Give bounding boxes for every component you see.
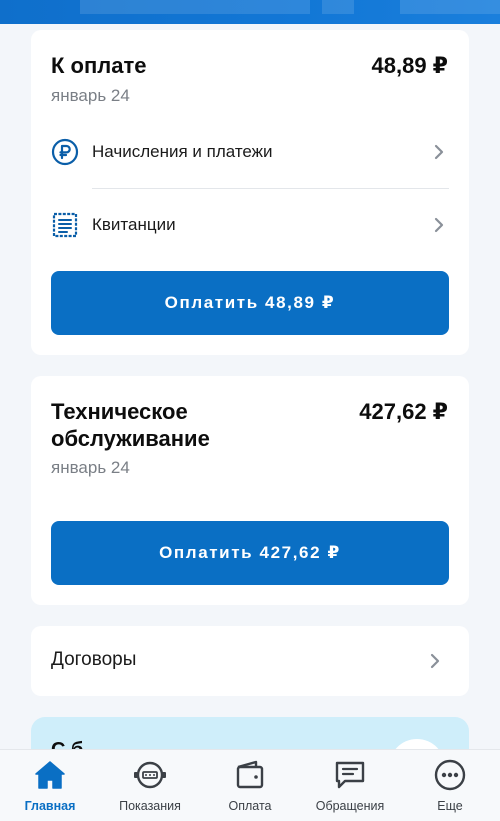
ruble-circle-icon	[51, 138, 79, 166]
payment-period: январь 24	[51, 86, 130, 105]
maintenance-title-line2: обслуживание	[51, 426, 210, 451]
tab-payment-label: Оплата	[228, 799, 272, 813]
maintenance-period: январь 24	[51, 458, 130, 477]
contracts-row[interactable]: Договоры	[31, 626, 469, 696]
maintenance-title-line1: Техническое	[51, 399, 188, 424]
receipts-row[interactable]: Квитанции	[51, 203, 449, 247]
tab-readings-label: Показания	[119, 799, 181, 813]
header-decoration	[322, 0, 354, 14]
tab-readings[interactable]: Показания	[100, 750, 200, 821]
wallet-icon	[232, 757, 268, 793]
chevron-right-icon	[430, 653, 440, 669]
maintenance-card: Техническое обслуживание 427,62 ₽ январь…	[31, 376, 469, 605]
bottom-tab-bar: Главная Показания Оплата Обращения Еще	[0, 749, 500, 821]
charges-and-payments-row[interactable]: Начисления и платежи	[51, 130, 449, 174]
more-icon	[432, 757, 468, 793]
header-decoration	[80, 0, 310, 14]
chat-icon	[332, 757, 368, 793]
row-divider	[92, 188, 449, 189]
maintenance-amount: 427,62 ₽	[359, 399, 448, 424]
contracts-label: Договоры	[51, 649, 137, 670]
chevron-right-icon	[434, 217, 444, 233]
header-band	[0, 0, 500, 24]
receipt-icon	[51, 211, 79, 239]
payment-card: К оплате 48,89 ₽ январь 24 Начисления и …	[31, 30, 469, 355]
payment-title: К оплате	[51, 53, 147, 78]
tab-requests[interactable]: Обращения	[300, 750, 400, 821]
chevron-right-icon	[434, 144, 444, 160]
pay-button[interactable]: Оплатить 48,89 ₽	[51, 271, 449, 335]
payment-amount: 48,89 ₽	[371, 53, 448, 78]
tab-more-label: Еще	[437, 799, 463, 813]
meter-icon	[132, 757, 168, 793]
tab-payment[interactable]: Оплата	[200, 750, 300, 821]
charges-and-payments-label: Начисления и платежи	[92, 142, 273, 161]
tab-more[interactable]: Еще	[400, 750, 500, 821]
pay-maintenance-button[interactable]: Оплатить 427,62 ₽	[51, 521, 449, 585]
tab-requests-label: Обращения	[315, 799, 385, 813]
tab-home[interactable]: Главная	[0, 750, 100, 821]
tab-home-label: Главная	[24, 799, 76, 813]
receipts-label: Квитанции	[92, 215, 176, 234]
header-decoration	[400, 0, 500, 14]
home-icon	[32, 757, 68, 793]
